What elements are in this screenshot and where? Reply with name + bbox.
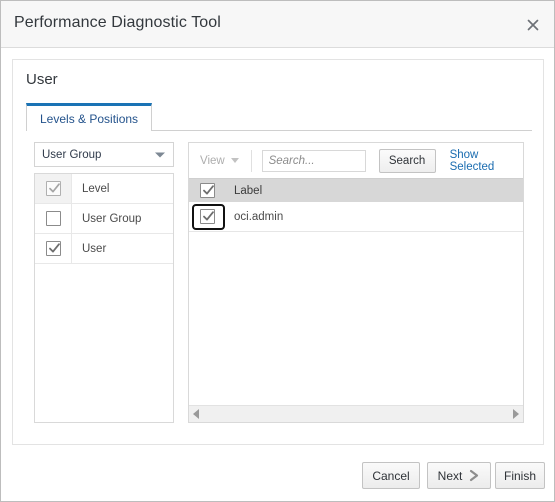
checkbox-checked[interactable] [45,241,61,256]
user-group-select[interactable]: User Group [34,142,174,167]
list-item-checkbox-cell[interactable] [35,204,72,233]
panels-row: User Group Level User Group User View Se… [26,131,532,433]
levels-list: Level User Group User [34,173,174,423]
dialog-body: User Levels & Positions User Group Level… [1,48,554,501]
chevron-down-icon [155,152,165,157]
dialog-title: Performance Diagnostic Tool [14,14,221,31]
performance-diagnostic-dialog: Performance Diagnostic Tool User Levels … [0,0,555,502]
close-icon[interactable] [522,14,544,36]
checkbox-unchecked[interactable] [45,211,61,226]
check-icon [203,185,214,195]
dialog-titlebar: Performance Diagnostic Tool [1,1,554,48]
tabstrip: Levels & Positions [26,103,532,131]
arrow-left-icon[interactable] [193,409,199,419]
tab-label: Levels & Positions [40,111,139,126]
grid-toolbar: View Search Show Selected [189,143,523,178]
dialog-footer: Cancel Next Finish [1,450,554,501]
check-icon [203,211,214,221]
user-group-select-value: User Group [42,148,102,161]
right-panel: View Search Show Selected [188,142,524,423]
grid-header-row: Label [189,178,523,202]
arrow-right-icon[interactable] [513,409,519,419]
list-item-label: Level [82,182,110,195]
select-all-checkbox-cell[interactable] [189,183,226,198]
left-panel: User Group Level User Group User [34,142,174,423]
grid-column-header-label: Label [234,184,263,197]
show-selected-link[interactable]: Show Selected [450,149,516,173]
content-card: User Levels & Positions User Group Level… [12,59,544,445]
list-item[interactable]: Level [35,174,173,204]
list-item-label: User [82,242,107,255]
search-button[interactable]: Search [378,148,436,173]
tab-levels-and-positions[interactable]: Levels & Positions [26,103,153,131]
list-item[interactable]: User Group [35,204,173,234]
table-row[interactable]: oci.admin [189,202,523,232]
table-cell-label: oci.admin [234,210,284,223]
horizontal-scrollbar[interactable] [189,405,523,422]
check-icon [48,243,60,253]
grid-body: oci.admin [189,202,523,398]
list-item-label: User Group [82,212,142,225]
search-input[interactable] [261,149,366,172]
list-item-checkbox-cell[interactable] [35,174,72,203]
toolbar-divider [250,149,252,172]
checkbox-checked[interactable] [200,209,215,224]
list-item-checkbox-cell[interactable] [35,234,72,263]
checkbox-checked-disabled[interactable] [45,181,61,196]
view-menu-label: View [200,154,225,167]
next-button[interactable]: Next [427,462,491,489]
chevron-right-icon [469,469,480,482]
list-item[interactable]: User [35,234,173,264]
next-button-label: Next [437,468,463,483]
page-title: User [26,71,58,88]
row-checkbox-cell[interactable] [189,209,226,224]
view-menu-button[interactable]: View [200,155,239,167]
finish-button[interactable]: Finish [495,462,545,489]
check-icon [48,183,60,193]
cancel-button[interactable]: Cancel [362,462,420,489]
checkbox-checked[interactable] [200,183,215,198]
chevron-down-icon [230,158,239,163]
